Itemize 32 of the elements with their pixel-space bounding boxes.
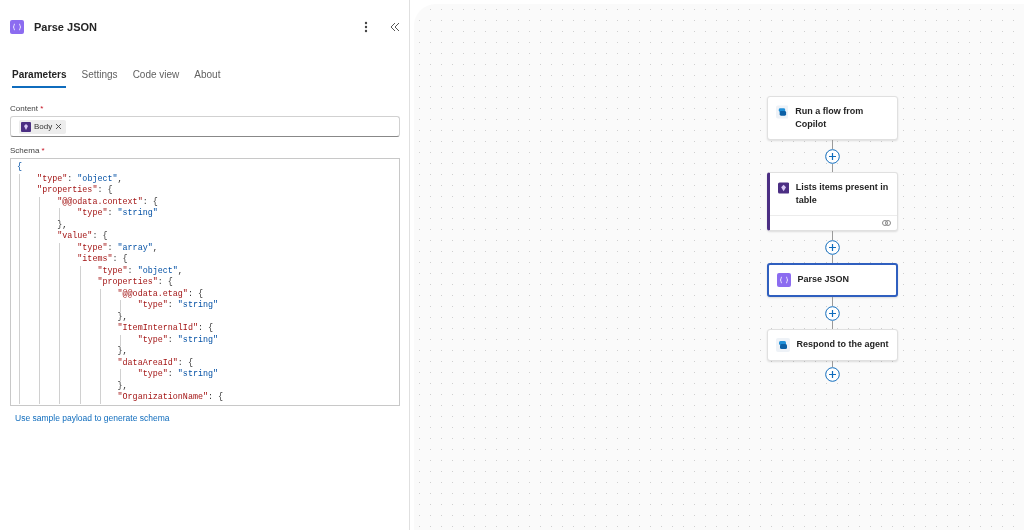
add-step-button[interactable] [824,240,840,255]
flow-step-card[interactable]: Lists items present in table [766,172,898,231]
panel-title: Parse JSON [34,21,98,33]
flow-step-card[interactable]: Run a flow from Copilot [766,96,898,140]
add-step-button[interactable] [824,367,840,382]
tab[interactable]: Code view [132,69,180,88]
link-icon [881,220,891,226]
app-icon [775,105,789,119]
step-title: Run a flow from Copilot [795,105,865,131]
add-step-button[interactable] [824,149,840,164]
braces-icon [10,20,24,34]
connector-icon [777,181,789,195]
tab[interactable]: Settings [81,69,118,88]
more-icon[interactable] [364,21,368,33]
remove-icon[interactable] [55,123,63,130]
collapse-icon[interactable] [390,22,400,32]
flow-step-card[interactable]: Respond to the agent [766,329,898,361]
step-title: Respond to the agent [796,338,889,351]
add-step-button[interactable] [824,306,840,321]
app-icon [775,338,790,352]
content-field[interactable]: Body [10,116,400,137]
generate-schema-link[interactable]: Use sample payload to generate schema [15,413,170,423]
field-label: Schema * [10,146,46,155]
tab[interactable]: About [194,69,221,88]
flow-step-card[interactable]: Parse JSON [766,263,898,297]
code-editor[interactable]: { "type": "object", "properties": { "@@odata.context": { "type": "string" }, "value": { "type": "array", "items": { "type": "object", "properties": { "@@odata.etag": { "type": "string" }, "ItemInternalId": { "type": "string" }, "dataAreaId": { "type": "string" }, "OrganizationName": { [10,158,400,406]
step-title: Lists items present in table [795,181,889,207]
connector-icon [21,121,31,132]
tab[interactable]: Parameters [12,69,67,88]
field-label: Content * [10,104,45,113]
braces-icon [776,273,791,287]
step-title: Parse JSON [797,273,850,286]
